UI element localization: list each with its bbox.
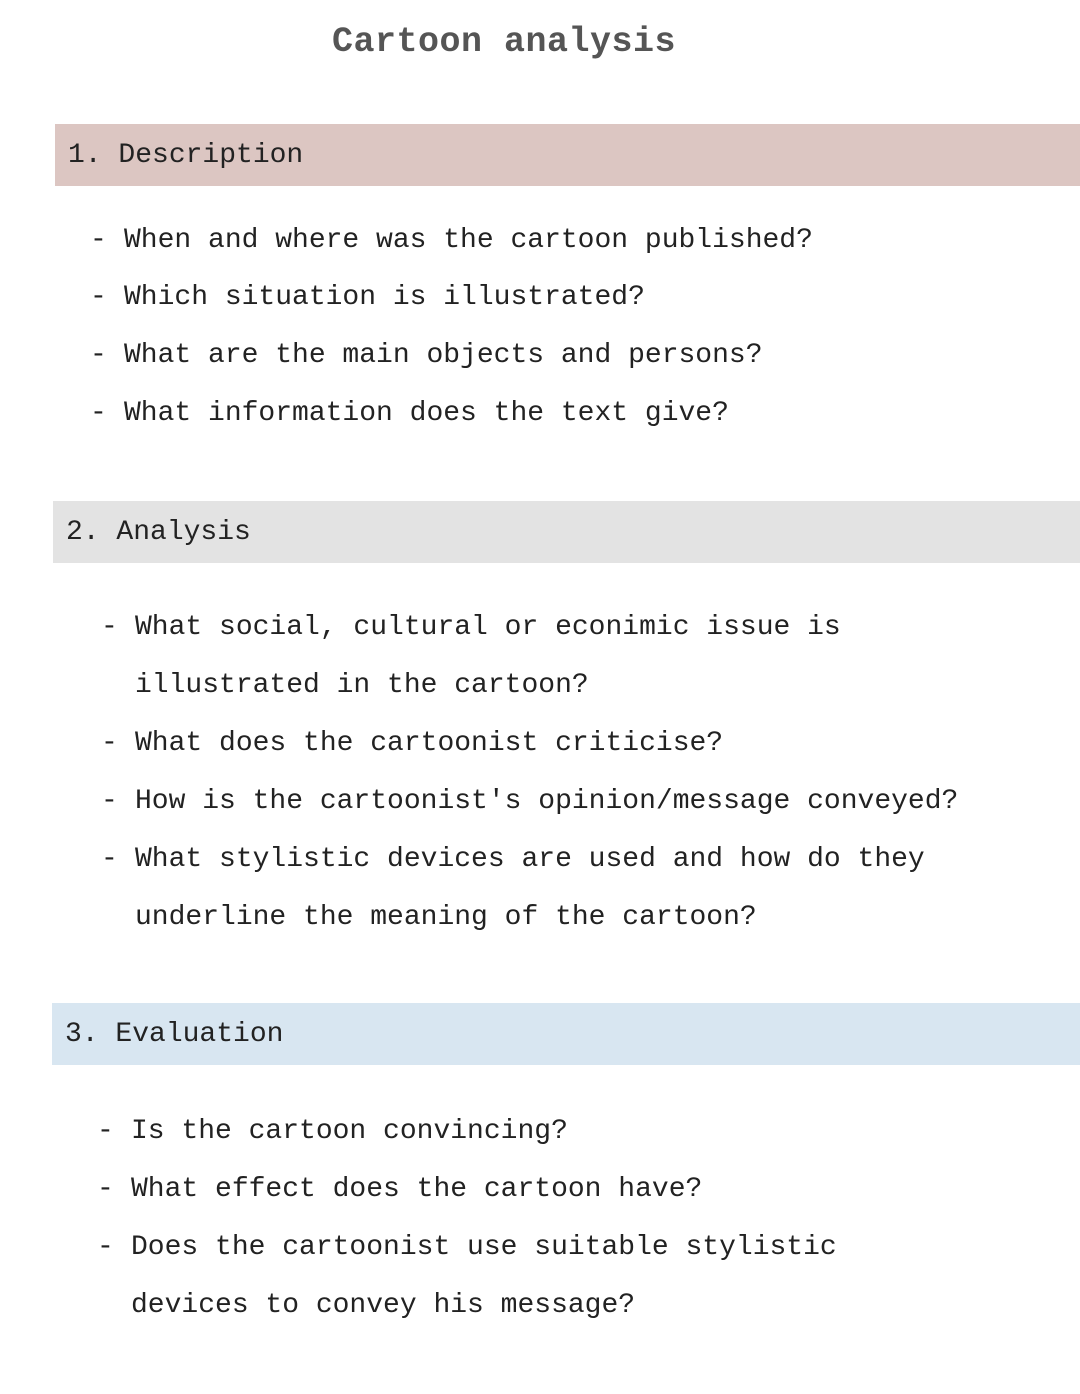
bullet-dash: - xyxy=(90,340,107,371)
bullet-dash: - xyxy=(90,398,107,429)
section-heading-description: 1. Description xyxy=(55,124,1080,186)
bullet-dash: - xyxy=(97,1174,114,1205)
bullet-dash: - xyxy=(101,844,118,875)
list-item: - What are the main objects and persons? xyxy=(90,340,763,371)
bullet-dash: - xyxy=(101,786,118,817)
list-item-continuation: underline the meaning of the cartoon? xyxy=(135,902,757,933)
section-heading-label: 2. Analysis xyxy=(66,516,251,548)
bullet-dash: - xyxy=(101,728,118,759)
page-title: Cartoon analysis xyxy=(331,22,677,62)
bullet-dash: - xyxy=(97,1232,114,1263)
section-heading-evaluation: 3. Evaluation xyxy=(52,1003,1080,1065)
bullet-dash: - xyxy=(101,612,118,643)
list-item: - Does the cartoonist use suitable stylis… xyxy=(97,1232,837,1263)
list-item: - What effect does the cartoon have? xyxy=(97,1174,703,1205)
list-item: - When and where was the cartoon publishe… xyxy=(90,225,813,256)
bullet-dash: - xyxy=(97,1116,114,1147)
section-heading-analysis: 2. Analysis xyxy=(53,501,1080,563)
list-item: - What stylistic devices are used and how… xyxy=(101,844,925,875)
section-heading-label: 1. Description xyxy=(68,139,304,171)
list-item: - Is the cartoon convincing? xyxy=(97,1116,568,1147)
section-heading-label: 3. Evaluation xyxy=(65,1018,284,1050)
list-item: - Which situation is illustrated? xyxy=(90,282,645,313)
bullet-dash: - xyxy=(90,225,107,256)
list-item-continuation: illustrated in the cartoon? xyxy=(135,670,589,701)
list-item: - What social, cultural or econimic issue… xyxy=(101,612,841,643)
list-item-continuation: devices to convey his message? xyxy=(131,1290,636,1321)
list-item: - What does the cartoonist criticise? xyxy=(101,728,724,759)
list-item: - How is the cartoonist's opinion/message… xyxy=(101,786,959,817)
bullet-dash: - xyxy=(90,282,107,313)
list-item: - What information does the text give? xyxy=(90,398,729,429)
